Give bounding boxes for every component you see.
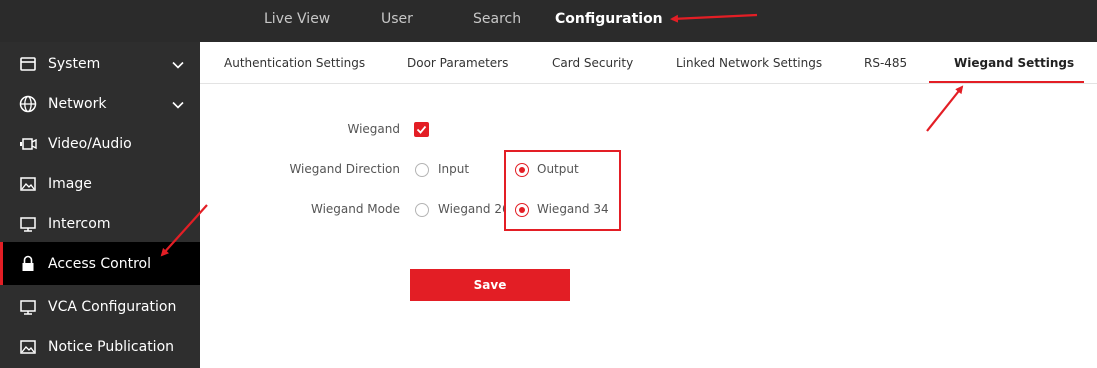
lock-icon — [19, 255, 37, 273]
sidebar-item-label: System — [48, 56, 101, 72]
topnav-user[interactable]: User — [381, 0, 413, 38]
tab-wiegand-settings[interactable]: Wiegand Settings — [954, 42, 1074, 84]
active-tab-indicator — [929, 81, 1084, 83]
annotation-highlight-box — [504, 150, 621, 231]
camera-icon — [19, 135, 37, 153]
mode-wiegand-26-radio[interactable] — [415, 203, 429, 217]
mode-wiegand-26-label[interactable]: Wiegand 26 — [438, 202, 504, 216]
tab-door-parameters[interactable]: Door Parameters — [407, 42, 508, 84]
save-button[interactable]: Save — [410, 269, 570, 301]
sidebar-item-system[interactable]: System — [0, 44, 200, 84]
settings-tabs: Authentication Settings Door Parameters … — [200, 42, 1097, 84]
wiegand-label: Wiegand — [347, 122, 400, 136]
globe-icon — [19, 95, 37, 113]
tab-authentication-settings[interactable]: Authentication Settings — [224, 42, 365, 84]
topnav-search[interactable]: Search — [473, 0, 521, 38]
checkmark-icon — [416, 125, 427, 134]
wiegand-checkbox[interactable] — [414, 122, 429, 137]
direction-input-radio[interactable] — [415, 163, 429, 177]
chevron-down-icon[interactable] — [171, 57, 185, 71]
wiegand-mode-label: Wiegand Mode — [310, 202, 400, 216]
sidebar-item-notice-publication[interactable]: Notice Publication — [0, 327, 200, 367]
image-icon — [19, 338, 37, 356]
sidebar-item-label: Network — [48, 96, 107, 112]
monitor-icon — [19, 215, 37, 233]
sidebar-item-vca-configuration[interactable]: VCA Configuration — [0, 287, 200, 327]
direction-input-label[interactable]: Input — [438, 162, 469, 176]
sidebar-item-label: Image — [48, 176, 92, 192]
sidebar-item-label: Access Control — [48, 255, 151, 272]
wiegand-direction-label: Wiegand Direction — [289, 162, 400, 176]
sidebar-item-network[interactable]: Network — [0, 84, 200, 124]
sidebar-item-video-audio[interactable]: Video/Audio — [0, 124, 200, 164]
top-navigation-bar: Live View User Search Configuration — [0, 0, 1097, 42]
sidebar-item-access-control[interactable]: Access Control — [0, 242, 200, 285]
tab-card-security[interactable]: Card Security — [552, 42, 633, 84]
sidebar-item-label: Video/Audio — [48, 136, 132, 152]
window-icon — [19, 55, 37, 73]
tab-linked-network-settings[interactable]: Linked Network Settings — [676, 42, 822, 84]
sidebar: System Network Video/Audio Image Interco… — [0, 42, 200, 368]
monitor-icon — [19, 298, 37, 316]
tab-rs-485[interactable]: RS-485 — [864, 42, 907, 84]
chevron-down-icon[interactable] — [171, 97, 185, 111]
arrow-to-wiegand-tab — [926, 85, 964, 132]
sidebar-item-label: Notice Publication — [48, 339, 175, 355]
topnav-live-view[interactable]: Live View — [264, 0, 330, 38]
image-icon — [19, 175, 37, 193]
sidebar-item-label: Intercom — [48, 216, 111, 232]
sidebar-item-intercom[interactable]: Intercom — [0, 204, 200, 244]
sidebar-item-label: VCA Configuration — [48, 299, 177, 315]
topnav-configuration[interactable]: Configuration — [555, 0, 663, 38]
sidebar-item-image[interactable]: Image — [0, 164, 200, 204]
